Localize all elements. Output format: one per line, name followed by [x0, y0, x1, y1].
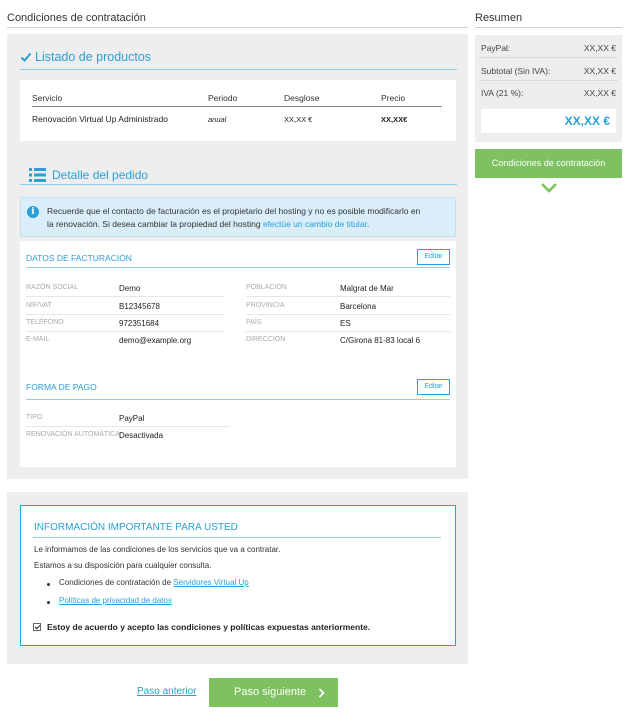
conditions-item: Condiciones de contratación de Servidore…	[59, 578, 249, 587]
field-value: Demo	[119, 284, 141, 293]
info-text: la renovación. Si desea cambiar la propi…	[47, 219, 369, 229]
next-step-label: Paso siguiente	[234, 686, 307, 698]
summary-value: XX,XX €	[583, 88, 616, 98]
change-owner-link[interactable]: efectúe un cambio de titular	[263, 219, 367, 229]
field-label: NIF/VAT	[26, 302, 52, 309]
agree-label: Estoy de acuerdo y acepto las condicione…	[47, 622, 371, 632]
important-text: Le informamos de las condiciones de los …	[34, 545, 281, 554]
field-value: Desactivada	[119, 431, 164, 440]
products-title: Listado de productos	[35, 50, 152, 64]
divider	[26, 426, 230, 427]
virtual-up-link[interactable]: Servidores Virtual Up	[173, 578, 248, 587]
divider	[246, 314, 450, 315]
page-title: Condiciones de contratación	[7, 12, 146, 24]
conditions-button[interactable]: Condiciones de contratación	[475, 149, 622, 178]
divider	[246, 296, 450, 297]
field-label: PAÍS	[246, 319, 262, 326]
list-icon	[29, 168, 46, 182]
divider	[7, 27, 468, 28]
summary-label: Subtotal (Sin IVA):	[481, 66, 551, 76]
field-label: RENOVACIÓN AUTOMÁTICA	[26, 431, 120, 438]
payment-title: FORMA DE PAGO	[26, 382, 97, 392]
agree-checkbox[interactable]	[33, 623, 41, 631]
product-service: Renovación Virtual Up Administrado	[32, 114, 168, 124]
field-label: TIPO	[26, 414, 43, 421]
divider	[26, 331, 224, 332]
summary-value: XX,XX €	[583, 66, 616, 76]
previous-step-link[interactable]: Paso anterior	[137, 686, 196, 697]
bullet	[47, 601, 50, 604]
check-icon	[20, 52, 32, 62]
field-label: TELÉFONO	[26, 319, 64, 326]
summary-total-box: XX,XX €	[481, 109, 616, 133]
important-title: INFORMACIÓN IMPORTANTE PARA USTED	[34, 522, 238, 533]
important-text: Estamos a su disposición para cualquier …	[34, 561, 212, 570]
edit-payment-button[interactable]: Editar	[417, 379, 450, 395]
divider	[32, 106, 442, 107]
divider	[26, 399, 450, 400]
field-label: PROVINCIA	[246, 302, 285, 309]
field-label: RAZÓN SOCIAL	[26, 284, 79, 291]
summary-row: PayPal: XX,XX €	[481, 43, 616, 53]
divider	[246, 331, 450, 332]
chevron-down-icon[interactable]	[539, 181, 559, 195]
summary-label: PayPal:	[481, 43, 511, 53]
edit-billing-button[interactable]: Editar	[417, 249, 450, 265]
summary-value: XX,XX €	[583, 43, 616, 53]
info-text-part: .	[366, 219, 370, 229]
info-icon: i	[27, 206, 39, 218]
summary-title: Resumen	[475, 12, 523, 24]
field-label: POBLACIÓN	[246, 284, 287, 291]
summary-panel: PayPal: XX,XX € Subtotal (Sin IVA): XX,X…	[475, 35, 622, 142]
divider	[26, 267, 450, 268]
field-value: C/Girona 81-83 local 6	[340, 336, 421, 345]
divider	[26, 314, 224, 315]
divider	[479, 80, 618, 81]
products-table: Servicio Periodo Desglose Precio Renovac…	[20, 80, 456, 141]
important-box: INFORMACIÓN IMPORTANTE PARA USTED Le inf…	[20, 505, 456, 646]
product-period: anual	[208, 115, 227, 124]
conditions-text: Condiciones de contratación de	[59, 578, 174, 587]
billing-title: DATOS DE FACTURACIÓN	[26, 253, 132, 263]
billing-card: DATOS DE FACTURACIÓN Editar RAZÓN SOCIAL…	[20, 241, 456, 467]
column-header: Servicio	[32, 93, 63, 103]
field-value: demo@example.org	[119, 336, 192, 345]
divider	[26, 296, 224, 297]
summary-row: Subtotal (Sin IVA): XX,XX €	[481, 66, 616, 76]
product-breakdown: XX,XX €	[284, 115, 313, 124]
divider	[20, 184, 457, 185]
summary-label: IVA (21 %):	[481, 88, 524, 98]
column-header: Precio	[381, 93, 406, 103]
field-value: Barcelona	[340, 302, 377, 311]
divider	[33, 537, 441, 538]
next-step-button[interactable]: Paso siguiente	[209, 678, 338, 707]
info-text-part: la renovación. Si desea cambiar la propi…	[47, 219, 263, 229]
info-alert: i Recuerde que el contacto de facturació…	[20, 197, 456, 237]
divider	[479, 57, 618, 58]
chevron-right-icon	[318, 688, 325, 698]
info-text: Recuerde que el contacto de facturación …	[47, 206, 421, 216]
divider	[475, 27, 622, 28]
bullet	[47, 583, 50, 586]
order-detail-title: Detalle del pedido	[52, 168, 149, 182]
column-header: Periodo	[208, 93, 238, 103]
product-price: XX,XX€	[381, 115, 408, 124]
field-label: DIRECCIÓN	[246, 336, 286, 343]
privacy-policy-link[interactable]: Políticas de privacidad de datos	[59, 596, 172, 605]
summary-total: XX,XX €	[564, 114, 610, 128]
field-value: PayPal	[119, 414, 145, 423]
field-value: ES	[340, 319, 351, 328]
summary-row: IVA (21 %): XX,XX €	[481, 88, 616, 98]
field-value: Malgrat de Mar	[340, 284, 394, 293]
field-value: 972351684	[119, 319, 160, 328]
column-header: Desglose	[284, 93, 320, 103]
field-label: E-MAIL	[26, 336, 50, 343]
field-value: B12345678	[119, 302, 160, 311]
divider	[20, 69, 457, 70]
